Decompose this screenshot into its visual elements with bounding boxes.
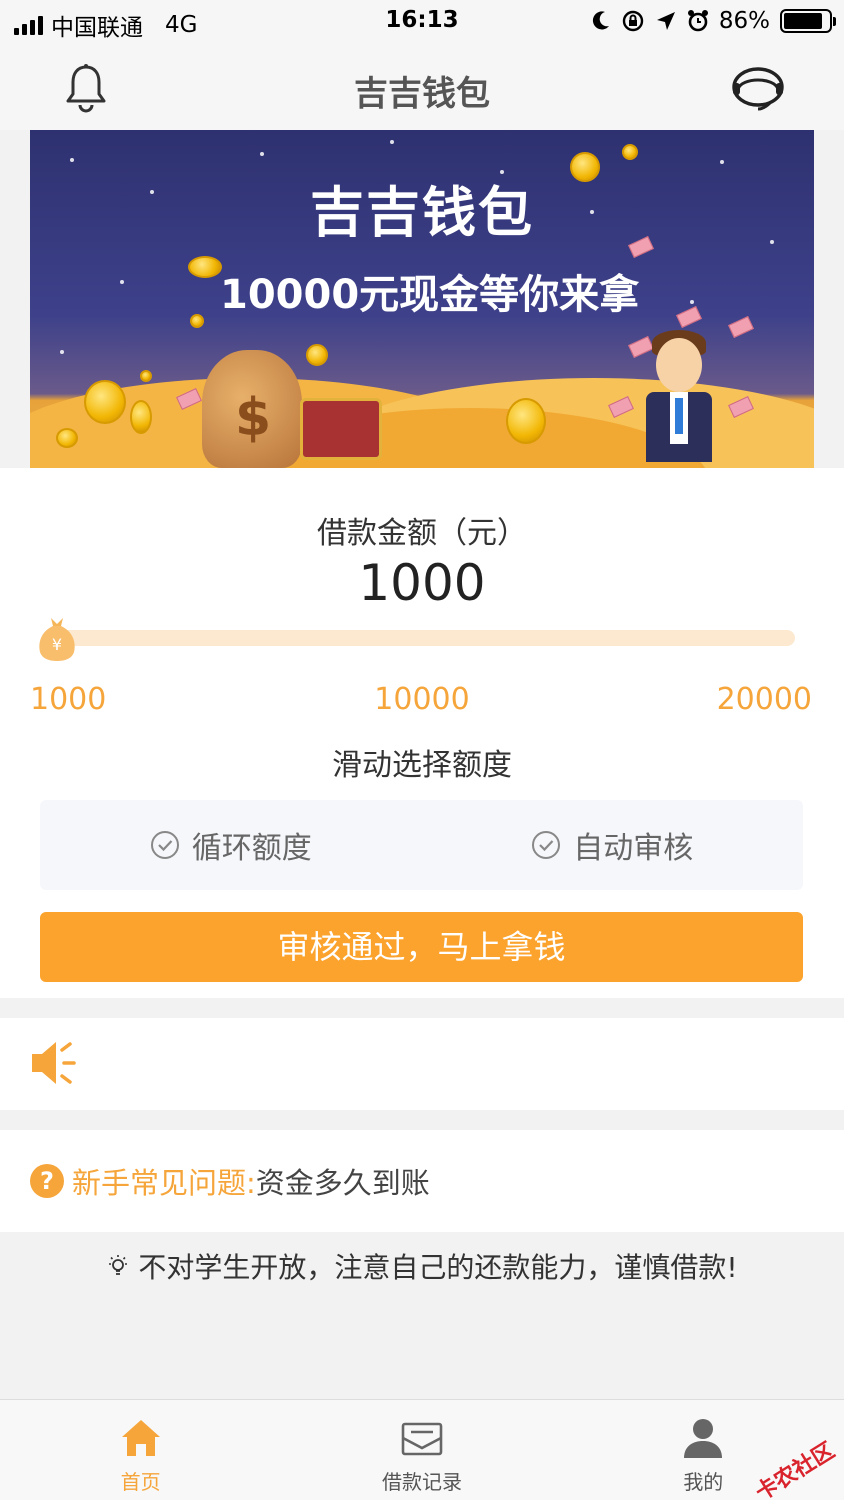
home-icon — [121, 1420, 160, 1456]
money-bag-icon: ¥ — [39, 618, 75, 661]
slider-max-label: 20000 — [716, 682, 812, 717]
svg-text:¥: ¥ — [52, 635, 62, 654]
check-circle-icon — [150, 831, 179, 859]
status-bar: 中国联通 4G 16:13 86% — [0, 0, 844, 44]
banner-subtitle: 10000元现金等你来拿 — [220, 272, 640, 318]
announcement-bar[interactable] — [0, 1018, 844, 1110]
tab-label: 首页 — [120, 1470, 161, 1494]
promo-banner[interactable]: $ 吉吉钱包 10000元现金等你来拿 — [30, 130, 814, 468]
apply-loan-button[interactable]: 审核通过，马上拿钱 — [40, 912, 803, 982]
page-title: 吉吉钱包 — [354, 74, 490, 114]
loan-card: 借款金额（元） 1000 ¥ 1000 10000 20000 滑动选择额度 循… — [0, 468, 844, 998]
tab-label: 我的 — [683, 1470, 724, 1494]
treasure-chest-image — [300, 398, 382, 460]
location-icon — [656, 12, 675, 30]
battery-icon — [780, 9, 836, 33]
tab-label: 借款记录 — [381, 1470, 462, 1494]
feature-item: 自动审核 — [422, 800, 804, 890]
customer-service-button[interactable] — [730, 60, 786, 116]
loan-amount-value: 1000 — [358, 554, 486, 612]
mail-icon — [401, 1422, 443, 1456]
feature-item: 循环额度 — [40, 800, 422, 890]
status-right: 86% — [591, 8, 836, 34]
faq-prefix: 新手常见问题: — [72, 1166, 256, 1200]
rotation-lock-icon — [622, 10, 644, 32]
dollar-sign-image: $ — [235, 388, 272, 448]
customer-service-icon — [732, 67, 784, 111]
tab-loan-records[interactable]: 借款记录 — [281, 1400, 562, 1500]
amount-slider-thumb[interactable]: ¥ — [36, 616, 78, 662]
slider-hint: 滑动选择额度 — [332, 748, 512, 783]
loan-amount-label: 借款金额（元） — [317, 516, 527, 551]
battery-percent: 86% — [718, 8, 770, 34]
feature-label: 自动审核 — [573, 831, 694, 866]
tab-home[interactable]: 首页 — [0, 1400, 281, 1500]
faq-question: 资金多久到账 — [255, 1166, 430, 1200]
amount-slider-track[interactable] — [50, 630, 795, 646]
risk-tip: 不对学生开放，注意自己的还款能力，谨慎借款! — [0, 1246, 844, 1286]
nav-bar: 吉吉钱包 — [0, 44, 844, 130]
moon-icon — [592, 11, 609, 30]
speaker-icon — [32, 1042, 76, 1084]
banner-title: 吉吉钱包 — [310, 181, 534, 244]
lightbulb-icon — [109, 1255, 128, 1275]
check-circle-icon — [532, 831, 561, 859]
faq-row[interactable]: ? 新手常见问题: 资金多久到账 — [0, 1130, 844, 1232]
tab-bar: 首页 借款记录 我的 — [0, 1399, 844, 1500]
alarm-icon — [687, 10, 708, 32]
user-icon — [684, 1419, 723, 1458]
feature-list: 循环额度 自动审核 — [40, 800, 803, 890]
feature-label: 循环额度 — [191, 831, 312, 866]
question-icon: ? — [30, 1164, 64, 1198]
tip-text: 不对学生开放，注意自己的还款能力，谨慎借款! — [138, 1251, 738, 1284]
